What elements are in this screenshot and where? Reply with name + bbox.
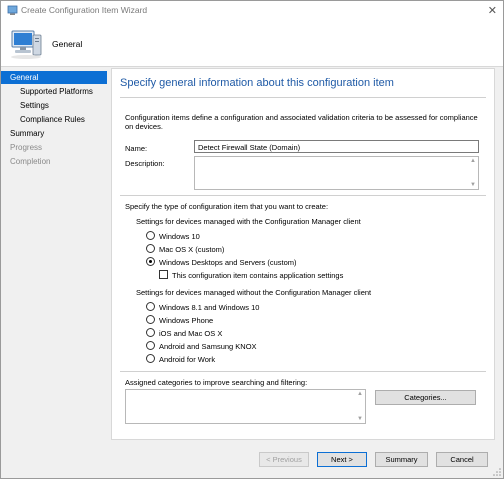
- description-textarea[interactable]: ▲ ▼: [194, 156, 479, 190]
- radio-windows-8-1-and-10[interactable]: [146, 302, 155, 311]
- type-prompt: Specify the type of configuration item t…: [125, 202, 329, 211]
- categories-label: Assigned categories to improve searching…: [125, 378, 308, 387]
- name-input[interactable]: Detect Firewall State (Domain): [194, 140, 479, 153]
- scroll-up-icon[interactable]: ▲: [470, 158, 476, 164]
- computer-icon: [11, 30, 42, 59]
- radio-android-for-work[interactable]: [146, 354, 155, 363]
- cancel-button[interactable]: Cancel: [436, 452, 488, 467]
- header-title: General: [52, 39, 83, 49]
- radio-windows-10[interactable]: [146, 231, 155, 240]
- content-panel: Specify general information about this c…: [111, 68, 495, 440]
- radio-label-windows-phone: Windows Phone: [159, 316, 214, 325]
- wizard-app-icon: [7, 5, 18, 15]
- radio-ios-mac-os-x[interactable]: [146, 328, 155, 337]
- radio-label-windows-8-1-and-10: Windows 8.1 and Windows 10: [159, 303, 260, 312]
- radio-label-android-samsung-knox: Android and Samsung KNOX: [159, 342, 257, 351]
- resize-grip-icon[interactable]: [493, 468, 501, 476]
- categories-list[interactable]: ▲ ▼: [125, 389, 366, 424]
- sidebar-item-completion: Completion: [10, 157, 51, 166]
- radio-label-windows-10: Windows 10: [159, 232, 200, 241]
- title-bar: Create Configuration Item Wizard ✕: [1, 1, 503, 21]
- wizard-window: Create Configuration Item Wizard ✕ Gener…: [0, 0, 504, 479]
- radio-windows-desktops-servers[interactable]: [146, 257, 155, 266]
- unmanaged-group-label: Settings for devices managed without the…: [136, 288, 372, 297]
- radio-label-ios-mac-os-x: iOS and Mac OS X: [159, 329, 223, 338]
- description-label: Description:: [125, 159, 165, 168]
- sidebar-item-compliance-rules[interactable]: Compliance Rules: [1, 113, 107, 126]
- radio-mac-os-x-custom[interactable]: [146, 244, 155, 253]
- name-label: Name:: [125, 144, 148, 153]
- categories-scroll-down-icon[interactable]: ▼: [357, 416, 363, 422]
- sidebar-item-settings[interactable]: Settings: [1, 99, 107, 112]
- radio-label-windows-desktops-servers: Windows Desktops and Servers (custom): [159, 258, 297, 267]
- wizard-header: General: [1, 21, 503, 67]
- scroll-down-icon[interactable]: ▼: [470, 182, 476, 188]
- sidebar-item-general[interactable]: General: [1, 71, 107, 84]
- previous-button[interactable]: < Previous: [259, 452, 309, 467]
- next-button[interactable]: Next >: [317, 452, 367, 467]
- close-icon[interactable]: ✕: [488, 4, 497, 17]
- categories-scroll-up-icon[interactable]: ▲: [357, 391, 363, 397]
- window-title: Create Configuration Item Wizard: [21, 5, 148, 15]
- app-settings-checkbox[interactable]: [159, 270, 168, 279]
- summary-button[interactable]: Summary: [375, 452, 428, 467]
- sidebar-item-supported-platforms[interactable]: Supported Platforms: [1, 85, 107, 98]
- radio-label-android-for-work: Android for Work: [159, 355, 216, 364]
- managed-group-label: Settings for devices managed with the Co…: [136, 217, 361, 226]
- heading-divider: [120, 97, 486, 98]
- sidebar-item-summary[interactable]: Summary: [1, 127, 107, 140]
- categories-button[interactable]: Categories...: [375, 390, 476, 405]
- sidebar-item-progress: Progress: [10, 143, 43, 152]
- page-description: Configuration items define a configurati…: [125, 113, 478, 131]
- radio-windows-phone[interactable]: [146, 315, 155, 324]
- page-heading: Specify general information about this c…: [120, 77, 394, 89]
- categories-divider: [120, 371, 486, 372]
- wizard-steps-sidebar: General Supported Platforms Settings Com…: [1, 68, 107, 440]
- section-divider: [120, 195, 486, 196]
- app-settings-checkbox-label: This configuration item contains applica…: [172, 271, 344, 280]
- radio-android-samsung-knox[interactable]: [146, 341, 155, 350]
- radio-label-mac-os-x-custom: Mac OS X (custom): [159, 245, 225, 254]
